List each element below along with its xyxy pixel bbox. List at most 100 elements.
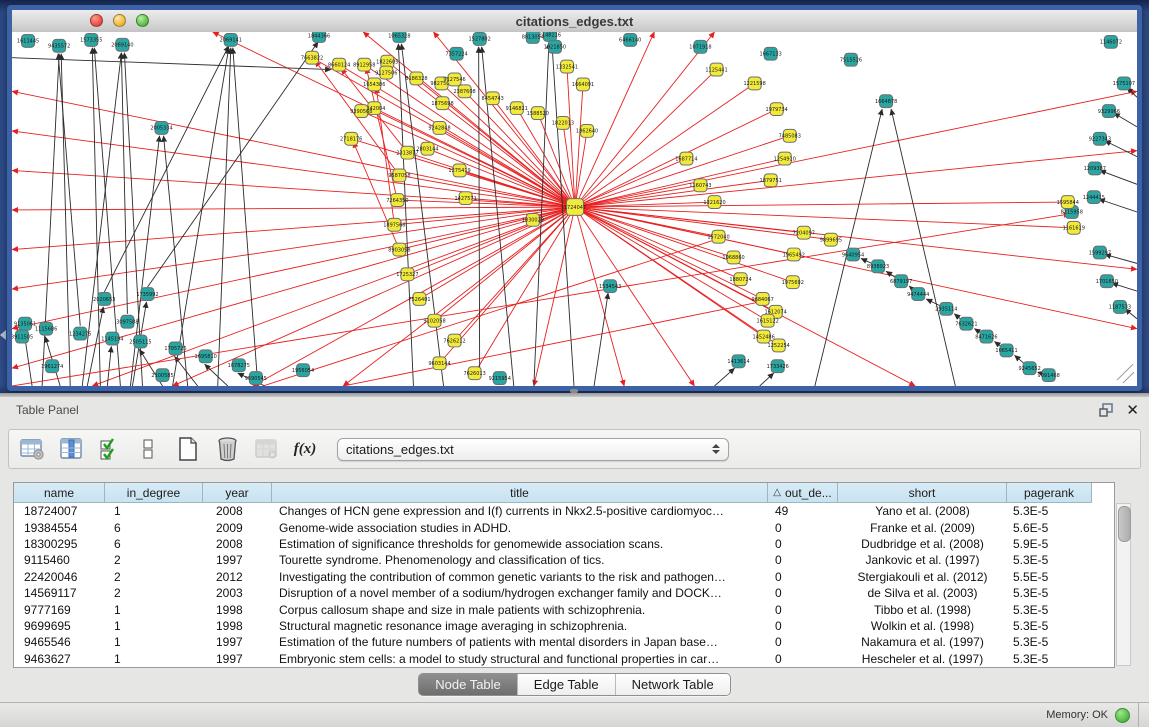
graph-node[interactable]: 1667133 <box>760 47 782 60</box>
graph-node[interactable]: 9640954 <box>842 248 864 261</box>
graph-node[interactable]: 1575107 <box>1113 77 1135 90</box>
graph-node[interactable]: 9227343 <box>1089 132 1111 145</box>
graph-node[interactable]: 9329966 <box>1098 105 1120 118</box>
float-panel-icon[interactable] <box>1099 403 1114 417</box>
graph-node[interactable]: 1844366 <box>308 32 330 42</box>
graph-node[interactable]: 8454743 <box>482 92 504 105</box>
graph-node[interactable]: 1321620 <box>703 196 725 209</box>
graph-node[interactable]: 2387608 <box>453 85 475 98</box>
memory-ok-indicator[interactable] <box>1115 708 1130 723</box>
graph-node[interactable]: 1534543 <box>599 280 621 293</box>
graph-node[interactable]: 1209387 <box>1084 162 1106 175</box>
graph-node[interactable]: 1146072 <box>1100 35 1122 48</box>
table-chooser-dropdown[interactable]: citations_edges.txt <box>337 438 729 461</box>
graph-node[interactable]: 1161619 <box>1063 221 1085 234</box>
network-window-titlebar[interactable]: citations_edges.txt <box>12 10 1137 33</box>
graph-node[interactable]: 1956054 <box>292 364 314 377</box>
column-header-in_degree[interactable]: in_degree <box>105 483 203 503</box>
graph-node[interactable]: 1527802 <box>469 32 491 45</box>
panel-split-divider[interactable] <box>0 393 1149 397</box>
graph-node[interactable]: 2505115 <box>129 335 151 348</box>
graph-node[interactable]: 2069140 <box>111 38 133 51</box>
table-row[interactable]: 1830029562008Estimation of significance … <box>14 536 1114 552</box>
column-header-name[interactable]: name <box>14 483 105 503</box>
table-row[interactable]: 969969511998Structural magnetic resonanc… <box>14 618 1114 634</box>
graph-node[interactable]: 1145194 <box>101 332 123 345</box>
table-mode-button[interactable] <box>19 436 45 462</box>
graph-node[interactable]: 1221598 <box>743 77 765 90</box>
graph-node[interactable]: 7632621 <box>955 317 977 330</box>
select-all-columns-button[interactable] <box>97 436 123 462</box>
panel-collapse-arrow-icon[interactable] <box>0 330 6 340</box>
tab-node-table[interactable]: Node Table <box>419 674 518 695</box>
table-scrollbar[interactable] <box>1116 503 1131 666</box>
graph-node[interactable]: 7515526 <box>840 53 862 66</box>
graph-node[interactable]: 1160743 <box>689 179 711 192</box>
table-row[interactable]: 946554611997Estimation of the future num… <box>14 634 1114 650</box>
graph-node[interactable]: 1701650 <box>1096 275 1118 288</box>
graph-node[interactable]: 1880724 <box>729 273 751 286</box>
graph-node[interactable]: 1068860 <box>722 251 744 264</box>
graph-node[interactable]: 8471626 <box>975 330 997 343</box>
graph-node[interactable]: 1332541 <box>556 60 578 73</box>
graph-node[interactable]: 9587058 <box>388 169 410 182</box>
graph-node[interactable]: 1733426 <box>767 360 789 373</box>
graph-node[interactable]: 1725327 <box>396 268 418 281</box>
tab-edge-table[interactable]: Edge Table <box>518 674 616 695</box>
network-view-window[interactable]: citations_edges.txt 16114459435572157335… <box>7 5 1142 391</box>
graph-node[interactable]: 1071918 <box>689 40 711 53</box>
graph-node[interactable]: 1275419 <box>448 164 470 177</box>
minimize-window-button[interactable] <box>113 14 126 27</box>
graph-node[interactable]: 1695810 <box>195 350 217 363</box>
graph-node[interactable]: 1678275 <box>228 359 250 372</box>
graph-node[interactable]: 1664091 <box>572 78 594 91</box>
graph-node[interactable]: 1862640 <box>576 124 598 137</box>
close-panel-icon[interactable]: ✕ <box>1126 403 1139 418</box>
column-header-year[interactable]: year <box>203 483 272 503</box>
graph-node[interactable]: 3911505 <box>12 330 33 343</box>
graph-node[interactable]: 9146821 <box>506 102 528 115</box>
graph-node[interactable]: 1115686 <box>35 322 57 335</box>
graph-node[interactable]: 1599297 <box>1089 246 1111 259</box>
column-header-title[interactable]: title <box>272 483 768 503</box>
resize-grip-icon[interactable] <box>1117 364 1133 380</box>
graph-node[interactable]: 8912958 <box>353 58 375 71</box>
column-header-short[interactable]: short <box>838 483 1007 503</box>
graph-node[interactable]: 2718176 <box>340 132 362 145</box>
table-scrollbar-thumb[interactable] <box>1118 506 1131 542</box>
graph-node[interactable]: 3097588 <box>116 315 138 328</box>
graph-node[interactable]: 1254910 <box>774 152 796 165</box>
graph-node[interactable]: 9474444 <box>907 288 929 301</box>
graph-node[interactable]: 6879197 <box>890 275 912 288</box>
graph-node[interactable]: 1065328 <box>388 32 410 42</box>
column-header-out_de[interactable]: △out_de... <box>768 483 838 503</box>
network-canvas[interactable]: 1611445943557215733552069140206914118443… <box>12 32 1137 386</box>
graph-node[interactable]: 1413614 <box>727 355 749 368</box>
delete-column-button[interactable] <box>214 436 240 462</box>
show-columns-button[interactable] <box>58 436 84 462</box>
graph-node[interactable]: 1573355 <box>80 33 102 46</box>
unselect-all-columns-button[interactable] <box>136 436 162 462</box>
graph-node[interactable]: 9091468 <box>1038 369 1060 382</box>
graph-node[interactable]: 1921850 <box>544 40 566 53</box>
graph-node[interactable]: 7357224 <box>445 47 467 60</box>
graph-node[interactable]: 7626212 <box>443 334 465 347</box>
graph-node[interactable]: 9127506 <box>375 66 397 79</box>
graph-node[interactable]: 1611445 <box>17 34 39 47</box>
graph-node[interactable]: 9899695 <box>820 233 842 246</box>
graph-node[interactable]: 1724047 <box>564 199 586 216</box>
graph-node[interactable]: 6466140 <box>619 33 641 46</box>
graph-node[interactable]: 2100585 <box>151 369 173 382</box>
graph-node[interactable]: 1244415 <box>1083 191 1105 204</box>
delete-table-button[interactable] <box>253 436 279 462</box>
graph-node[interactable]: 9215954 <box>489 372 511 385</box>
table-row[interactable]: 2242004622012Investigating the contribut… <box>14 569 1114 585</box>
graph-node[interactable]: 1965492 <box>783 248 805 261</box>
zoom-window-button[interactable] <box>136 14 149 27</box>
function-builder-button[interactable]: f(x) <box>292 436 318 462</box>
graph-node[interactable]: 1125441 <box>705 63 727 76</box>
resize-grip-icon[interactable] <box>1123 372 1134 383</box>
graph-node[interactable]: 1975692 <box>782 276 804 289</box>
graph-node[interactable]: 1252254 <box>768 339 790 352</box>
graph-node[interactable]: 1065411 <box>995 344 1017 357</box>
